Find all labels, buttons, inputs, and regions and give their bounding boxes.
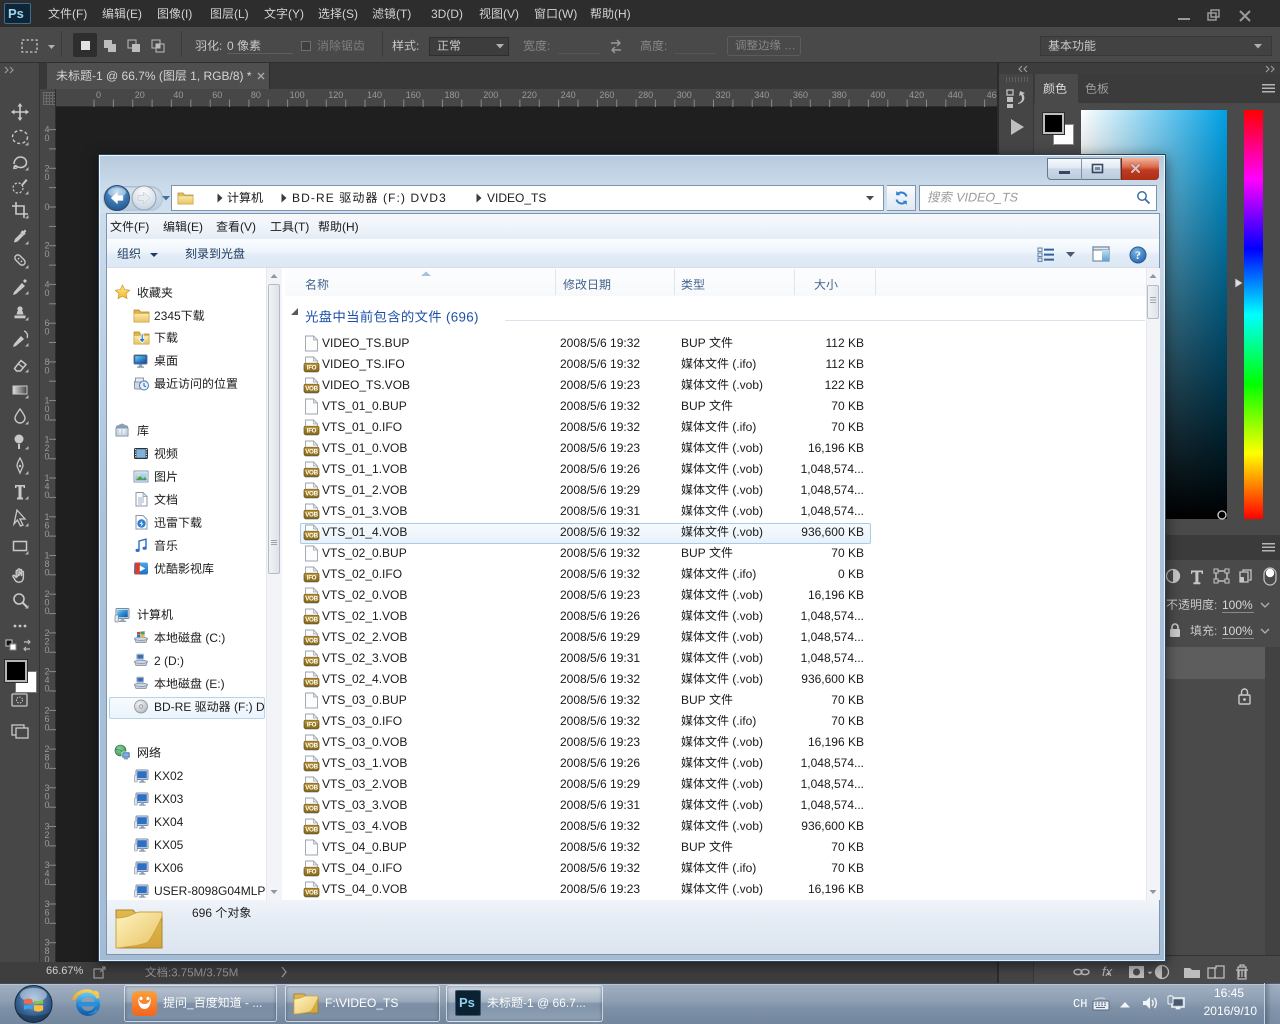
- svg-text:260: 260: [599, 90, 614, 100]
- svg-text:IFO: IFO: [307, 428, 317, 435]
- svg-text:VOB: VOB: [305, 512, 318, 519]
- svg-text:VOB: VOB: [305, 617, 318, 624]
- svg-text:360: 360: [793, 90, 808, 100]
- svg-text:IFO: IFO: [307, 722, 317, 729]
- svg-text:0: 0: [44, 202, 49, 212]
- svg-text:0: 0: [44, 606, 49, 616]
- svg-text:VOB: VOB: [305, 449, 318, 456]
- svg-text:IFO: IFO: [307, 575, 317, 582]
- svg-text:0: 0: [44, 451, 49, 461]
- svg-text:0: 0: [44, 133, 49, 143]
- svg-text:440: 440: [948, 90, 963, 100]
- svg-text:0: 0: [44, 722, 49, 732]
- svg-text:0: 0: [44, 365, 49, 375]
- svg-text:80: 80: [251, 90, 261, 100]
- svg-text:400: 400: [870, 90, 885, 100]
- svg-text:IFO: IFO: [307, 365, 317, 372]
- svg-text:0: 0: [44, 839, 49, 849]
- svg-text:60: 60: [212, 90, 222, 100]
- svg-text:20: 20: [135, 90, 145, 100]
- svg-text:380: 380: [832, 90, 847, 100]
- svg-text:VOB: VOB: [305, 638, 318, 645]
- svg-text:180: 180: [445, 90, 460, 100]
- svg-text:VOB: VOB: [305, 533, 318, 540]
- svg-text:0: 0: [44, 172, 49, 182]
- svg-text:0: 0: [44, 916, 49, 926]
- svg-text:220: 220: [522, 90, 537, 100]
- svg-text:VOB: VOB: [305, 386, 318, 393]
- svg-text:0: 0: [44, 955, 49, 962]
- svg-text:IFO: IFO: [307, 869, 317, 876]
- svg-text:0: 0: [44, 645, 49, 655]
- svg-text:280: 280: [638, 90, 653, 100]
- svg-text:VOB: VOB: [305, 785, 318, 792]
- svg-text:?: ?: [1135, 248, 1141, 262]
- svg-text:0: 0: [44, 800, 49, 810]
- svg-text:fx: fx: [1102, 964, 1113, 979]
- svg-text:420: 420: [909, 90, 924, 100]
- svg-text:0: 0: [44, 684, 49, 694]
- svg-text:140: 140: [367, 90, 382, 100]
- svg-text:160: 160: [406, 90, 421, 100]
- svg-text:240: 240: [561, 90, 576, 100]
- svg-text:VOB: VOB: [305, 659, 318, 666]
- svg-text:120: 120: [328, 90, 343, 100]
- svg-text:320: 320: [716, 90, 731, 100]
- svg-text:0: 0: [44, 529, 49, 539]
- svg-text:VOB: VOB: [305, 596, 318, 603]
- svg-text:VOB: VOB: [305, 680, 318, 687]
- svg-text:0: 0: [44, 568, 49, 578]
- svg-text:VOB: VOB: [305, 890, 318, 897]
- svg-text:VOB: VOB: [305, 764, 318, 771]
- svg-text:VOB: VOB: [305, 491, 318, 498]
- svg-text:0: 0: [44, 413, 49, 423]
- svg-text:0: 0: [44, 288, 49, 298]
- svg-text:300: 300: [677, 90, 692, 100]
- svg-text:VOB: VOB: [305, 470, 318, 477]
- svg-text:200: 200: [483, 90, 498, 100]
- svg-text:VOB: VOB: [305, 827, 318, 834]
- svg-text:460: 460: [987, 90, 997, 100]
- svg-text:0: 0: [44, 327, 49, 337]
- svg-text:0: 0: [44, 877, 49, 887]
- svg-text:VOB: VOB: [305, 806, 318, 813]
- svg-text:VOB: VOB: [305, 743, 318, 750]
- svg-text:0: 0: [44, 761, 49, 771]
- svg-text:40: 40: [173, 90, 183, 100]
- svg-text:100: 100: [290, 90, 305, 100]
- svg-text:0: 0: [96, 90, 101, 100]
- svg-text:340: 340: [754, 90, 769, 100]
- svg-text:0: 0: [44, 249, 49, 259]
- svg-text:0: 0: [44, 490, 49, 500]
